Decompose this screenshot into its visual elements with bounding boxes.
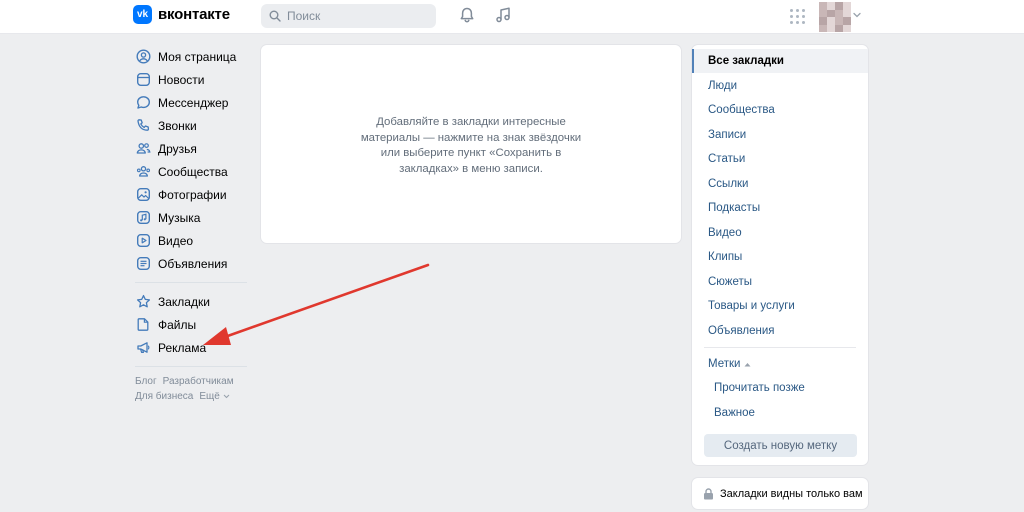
nav-item-label: Фотографии: [158, 187, 227, 202]
search-icon: [269, 10, 281, 22]
nav-item-video[interactable]: Видео: [133, 229, 251, 252]
nav-divider: [135, 366, 247, 367]
vk-logo[interactable]: vk вконтакте: [133, 5, 230, 24]
caret-up-icon: [744, 362, 751, 366]
create-tag-button[interactable]: Создать новую метку: [704, 434, 857, 457]
file-icon: [135, 317, 151, 333]
filter-video[interactable]: Видео: [692, 221, 868, 245]
user-icon: [135, 49, 151, 65]
left-navigation: Моя страница Новости Мессенджер Звонки Д…: [133, 45, 251, 404]
filter-clips[interactable]: Клипы: [692, 245, 868, 269]
nav-item-label: Друзья: [158, 141, 197, 156]
bell-icon[interactable]: [458, 6, 476, 24]
menu-divider: [704, 347, 856, 348]
nav-item-messenger[interactable]: Мессенджер: [133, 91, 251, 114]
message-icon: [135, 95, 151, 111]
nav-item-friends[interactable]: Друзья: [133, 137, 251, 160]
footer-links: Блог Разработчикам Для бизнеса Ещё: [135, 374, 251, 404]
search-input[interactable]: [287, 9, 427, 23]
nav-divider: [135, 282, 247, 283]
empty-state-text: Добавляйте в закладки интересные материа…: [360, 116, 582, 175]
tag-important[interactable]: Важное: [714, 407, 755, 419]
logo-text: вконтакте: [158, 6, 230, 23]
news-icon: [135, 72, 151, 88]
filter-communities[interactable]: Сообщества: [692, 98, 868, 122]
chevron-down-icon: [223, 394, 230, 399]
filter-podcasts[interactable]: Подкасты: [692, 196, 868, 220]
avatar[interactable]: [819, 2, 851, 32]
nav-item-advertising[interactable]: Реклама: [133, 336, 251, 359]
nav-item-label: Файлы: [158, 317, 197, 332]
vk-logo-icon: vk: [133, 5, 152, 24]
nav-item-music[interactable]: Музыка: [133, 206, 251, 229]
nav-item-label: Объявления: [158, 256, 228, 271]
developers-link[interactable]: Разработчикам: [163, 376, 234, 387]
tags-title: Метки: [708, 358, 741, 370]
filter-goods[interactable]: Товары и услуги: [692, 294, 868, 318]
nav-item-my-page[interactable]: Моя страница: [133, 45, 251, 68]
business-link[interactable]: Для бизнеса: [135, 391, 193, 402]
nav-item-label: Моя страница: [158, 49, 237, 64]
music-icon: [135, 210, 151, 226]
bookmarks-filter-menu: Все закладки Люди Сообщества Записи Стат…: [692, 45, 868, 465]
filter-people[interactable]: Люди: [692, 74, 868, 98]
search-box[interactable]: [261, 4, 436, 28]
filter-articles[interactable]: Статьи: [692, 147, 868, 171]
filter-stories[interactable]: Сюжеты: [692, 270, 868, 294]
nav-item-label: Новости: [158, 72, 205, 87]
nav-item-files[interactable]: Файлы: [133, 313, 251, 336]
nav-item-photos[interactable]: Фотографии: [133, 183, 251, 206]
nav-item-ads[interactable]: Объявления: [133, 252, 251, 275]
filter-links[interactable]: Ссылки: [692, 172, 868, 196]
nav-item-label: Музыка: [158, 210, 201, 225]
privacy-note-text: Закладки видны только вам: [720, 487, 863, 500]
nav-item-news[interactable]: Новости: [133, 68, 251, 91]
nav-item-label: Мессенджер: [158, 95, 229, 110]
filter-ads[interactable]: Объявления: [692, 319, 868, 343]
nav-item-label: Закладки: [158, 294, 210, 309]
nav-item-label: Видео: [158, 233, 194, 248]
apps-icon[interactable]: [790, 9, 805, 24]
megaphone-icon: [135, 340, 151, 356]
lock-icon: [704, 487, 713, 499]
more-link-label: Ещё: [199, 391, 220, 402]
nav-item-communities[interactable]: Сообщества: [133, 160, 251, 183]
more-link[interactable]: Ещё: [199, 391, 230, 402]
chevron-down-icon[interactable]: [853, 12, 861, 18]
nav-item-calls[interactable]: Звонки: [133, 114, 251, 137]
filter-posts[interactable]: Записи: [692, 123, 868, 147]
video-icon: [135, 233, 151, 249]
tags-toggle[interactable]: Метки: [708, 358, 751, 370]
nav-item-label: Реклама: [158, 340, 207, 355]
friends-icon: [135, 141, 151, 157]
bookmarks-empty-card: Добавляйте в закладки интересные материа…: [261, 45, 681, 243]
privacy-note: Закладки видны только вам: [692, 478, 868, 509]
top-header: vk вконтакте: [0, 0, 1024, 34]
filter-all-bookmarks[interactable]: Все закладки: [692, 49, 868, 73]
nav-item-bookmarks[interactable]: Закладки: [133, 290, 251, 313]
ads-icon: [135, 256, 151, 272]
tag-read-later[interactable]: Прочитать позже: [714, 382, 805, 394]
star-icon: [135, 294, 151, 310]
communities-icon: [135, 164, 151, 180]
nav-item-label: Звонки: [158, 118, 197, 133]
nav-item-label: Сообщества: [158, 164, 228, 179]
music-icon[interactable]: [494, 6, 512, 24]
phone-icon: [135, 118, 151, 134]
photo-icon: [135, 187, 151, 203]
blog-link[interactable]: Блог: [135, 376, 157, 387]
